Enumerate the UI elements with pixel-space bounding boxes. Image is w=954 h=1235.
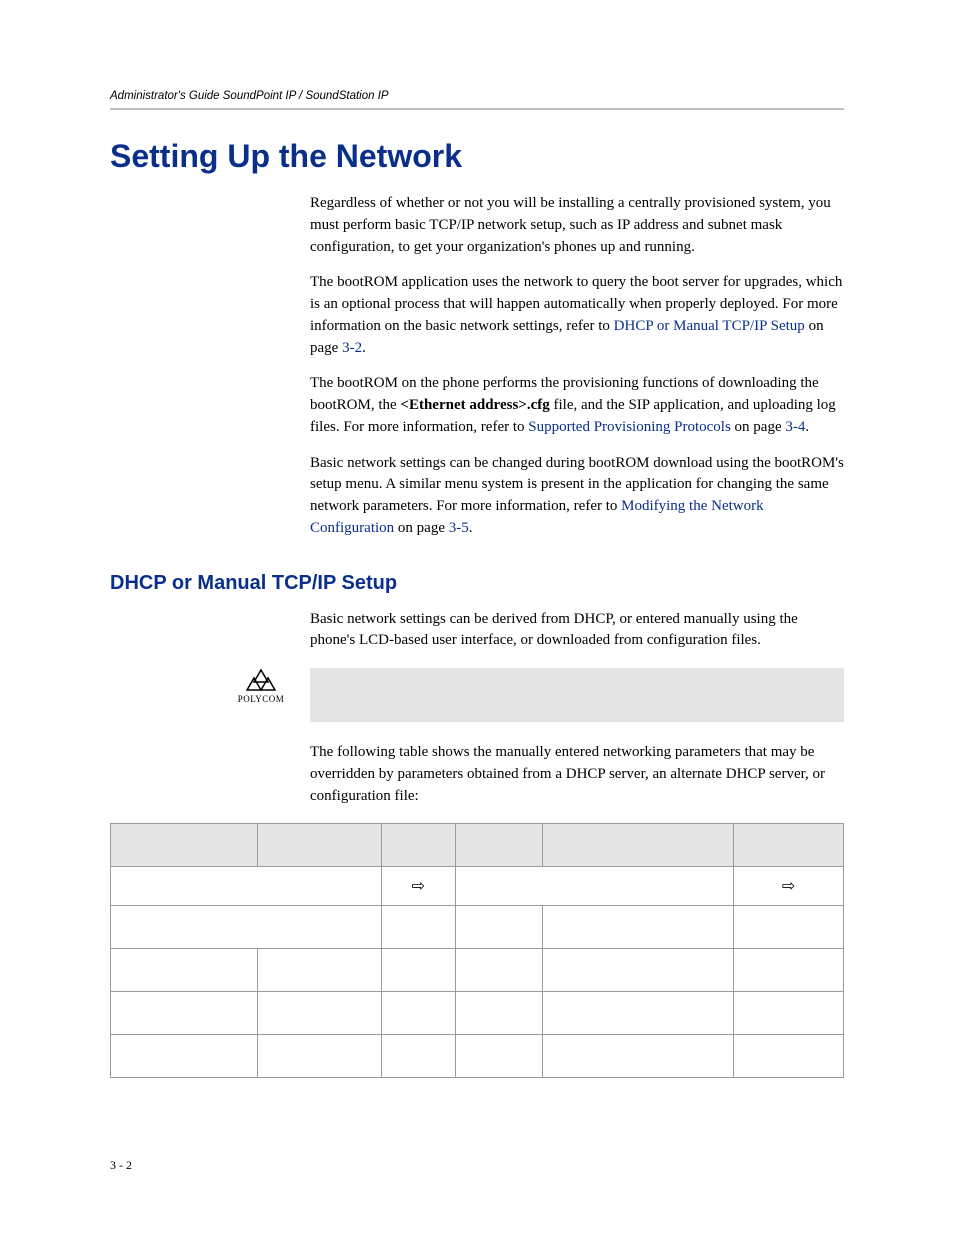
page-ref-link[interactable]: 3-5	[449, 520, 469, 536]
text-run: on page	[394, 520, 449, 536]
table-row	[111, 1035, 844, 1078]
table-cell	[382, 1035, 455, 1078]
arrow-right-icon: ⇨	[782, 878, 795, 895]
table-cell	[257, 1035, 382, 1078]
document-page: Administrator's Guide SoundPoint IP / So…	[0, 0, 954, 1233]
text-run: .	[469, 520, 473, 536]
table-header-row	[111, 824, 844, 867]
table-cell	[455, 992, 543, 1035]
table-cell	[734, 949, 844, 992]
arrow-right-icon: ⇨	[412, 878, 425, 895]
table-cell	[543, 949, 734, 992]
paragraph: Regardless of whether or not you will be…	[310, 193, 844, 258]
table-cell	[257, 949, 382, 992]
table-header-cell	[257, 824, 382, 867]
page-number: 3 - 2	[110, 1158, 844, 1173]
table-cell	[111, 949, 258, 992]
table-cell	[543, 906, 734, 949]
table-row	[111, 949, 844, 992]
table-cell	[734, 1035, 844, 1078]
text-run: .	[362, 340, 366, 356]
paragraph: The bootROM application uses the network…	[310, 272, 844, 359]
subsection-heading: DHCP or Manual TCP/IP Setup	[110, 572, 844, 595]
table-row	[111, 906, 844, 949]
table-cell	[111, 992, 258, 1035]
text-run: .	[805, 419, 809, 435]
table-header-cell	[382, 824, 455, 867]
polycom-logo-icon	[246, 668, 276, 692]
table-cell	[382, 949, 455, 992]
polycom-logo-text: POLYCOM	[230, 694, 292, 704]
table-cell	[734, 992, 844, 1035]
table-cell	[455, 949, 543, 992]
cross-ref-link[interactable]: DHCP or Manual TCP/IP Setup	[614, 318, 805, 334]
paragraph: Basic network settings can be changed du…	[310, 453, 844, 540]
parameters-table: ⇨ ⇨	[110, 823, 844, 1078]
cross-ref-link[interactable]: Supported Provisioning Protocols	[528, 419, 731, 435]
paragraph: The bootROM on the phone performs the pr…	[310, 373, 844, 438]
table-header-cell	[734, 824, 844, 867]
page-ref-link[interactable]: 3-4	[785, 419, 805, 435]
table-cell	[543, 992, 734, 1035]
table-cell	[543, 1035, 734, 1078]
table-header-cell	[543, 824, 734, 867]
table-header-cell	[455, 824, 543, 867]
paragraph: The following table shows the manually e…	[310, 742, 844, 807]
table-cell	[382, 992, 455, 1035]
section-body: Regardless of whether or not you will be…	[310, 193, 844, 540]
subsection-body: Basic network settings can be derived fr…	[310, 609, 844, 808]
header-rule	[110, 108, 844, 110]
note-box	[310, 668, 844, 722]
table-row	[111, 992, 844, 1035]
table-cell	[111, 867, 382, 906]
table-cell	[734, 906, 844, 949]
paragraph: Basic network settings can be derived fr…	[310, 609, 844, 653]
page-ref-link[interactable]: 3-2	[342, 340, 362, 356]
bold-text: <Ethernet address>.cfg	[400, 397, 549, 413]
table-cell	[382, 906, 455, 949]
running-header: Administrator's Guide SoundPoint IP / So…	[110, 90, 844, 102]
table-cell: ⇨	[382, 867, 455, 906]
table-cell	[455, 1035, 543, 1078]
table-cell	[111, 1035, 258, 1078]
table-cell	[257, 992, 382, 1035]
text-run: on page	[731, 419, 786, 435]
section-heading: Setting Up the Network	[110, 138, 844, 175]
table-cell	[111, 906, 382, 949]
polycom-logo: POLYCOM	[230, 668, 292, 704]
table-row: ⇨ ⇨	[111, 867, 844, 906]
table-cell	[455, 906, 543, 949]
table-cell	[455, 867, 734, 906]
table-cell: ⇨	[734, 867, 844, 906]
table-header-cell	[111, 824, 258, 867]
note-callout: POLYCOM	[230, 668, 844, 722]
